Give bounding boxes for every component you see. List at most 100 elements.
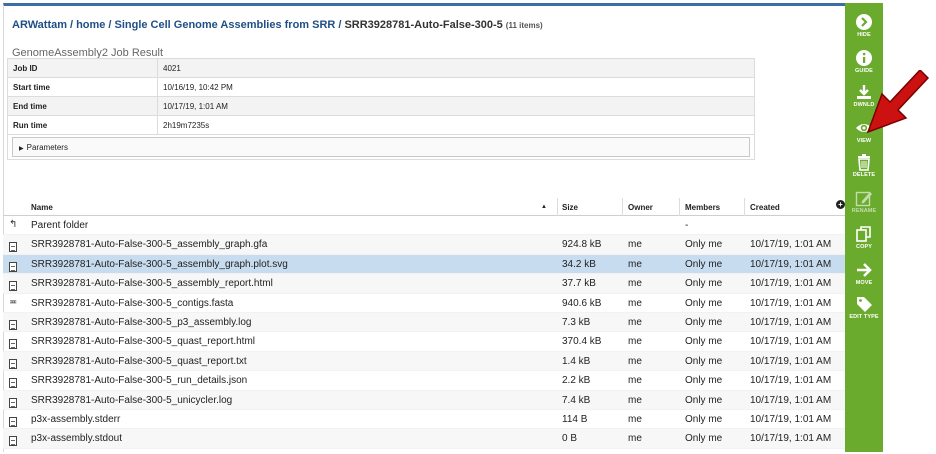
file-size: 924.8 kB [562, 239, 602, 251]
table-row[interactable]: SRR3928781-Auto-False-300-5_assembly_gra… [3, 254, 845, 275]
job-field-row: Job ID 4021 [7, 58, 755, 78]
file-owner: me [628, 336, 642, 348]
copy-label: COPY [856, 244, 872, 250]
file-size: 7.4 kB [562, 394, 591, 406]
file-size: 37.7 kB [562, 278, 596, 290]
copy-button[interactable]: COPY [845, 225, 883, 250]
file-name[interactable]: Parent folder [31, 220, 88, 231]
delete-button[interactable]: DELETE [845, 153, 883, 178]
file-owner: me [628, 316, 642, 328]
table-row[interactable]: SRR3928781-Auto-False-300-5_quast_report… [3, 332, 845, 352]
file-members: Only me [685, 297, 723, 309]
file-members: Only me [685, 278, 723, 290]
parent-folder-icon: ↰ [9, 219, 18, 230]
move-button[interactable]: MOVE [845, 261, 883, 286]
edit-icon [855, 191, 872, 207]
trash-icon [858, 154, 870, 171]
job-metadata-table: Job ID 4021 Start time 10/16/19, 10:42 PM En… [7, 58, 755, 135]
table-row[interactable]: SRR3928781-Auto-False-300-5_unicycler.lo… [3, 390, 845, 410]
file-owner: me [628, 413, 642, 425]
item-count: (11 items) [505, 21, 543, 30]
breadcrumb-root[interactable]: ARWattam [12, 19, 67, 31]
file-created: 10/17/19, 1:01 AM [750, 433, 832, 445]
parameters-toggle[interactable]: ▶ Parameters [12, 137, 750, 157]
column-header-members[interactable]: Members [685, 203, 720, 212]
hide-label: HIDE [857, 32, 871, 38]
file-members: Only me [685, 239, 723, 251]
contigs-icon: ≖ [9, 296, 18, 308]
file-size: 7.3 kB [562, 316, 591, 328]
job-field-value: 2h19m7235s [157, 115, 755, 135]
file-grid-header: Name ▲ Size Owner Members Created + [3, 198, 845, 216]
file-members: - [685, 220, 689, 231]
move-label: MOVE [855, 280, 873, 286]
file-created: 10/17/19, 1:01 AM [750, 336, 832, 348]
file-name[interactable]: SRR3928781-Auto-False-300-5_quast_report… [31, 356, 247, 367]
rename-button[interactable]: RENAME [845, 189, 883, 214]
file-name[interactable]: SRR3928781-Auto-False-300-5_assembly_gra… [31, 259, 288, 270]
file-name[interactable]: SRR3928781-Auto-False-300-5_run_details.… [31, 375, 247, 386]
table-row[interactable]: SRR3928781-Auto-False-300-5_assembly_rep… [3, 274, 845, 294]
column-divider [679, 198, 680, 216]
sort-asc-icon[interactable]: ▲ [541, 204, 547, 210]
column-header-owner[interactable]: Owner [628, 203, 653, 212]
file-members: Only me [685, 433, 723, 445]
job-field-label: End time [7, 96, 158, 116]
file-size: 0 B [562, 433, 578, 445]
file-owner: me [628, 355, 642, 367]
chevron-right-circle-icon [856, 14, 872, 30]
file-created: 10/17/19, 1:01 AM [750, 239, 832, 251]
column-header-size[interactable]: Size [562, 203, 578, 212]
file-members: Only me [685, 355, 723, 367]
edit-type-button[interactable]: EDIT TYPE [845, 295, 883, 320]
table-row[interactable]: ↰ Parent folder - [3, 216, 845, 236]
file-owner: me [628, 433, 642, 445]
file-members: Only me [685, 336, 723, 348]
table-row[interactable]: SRR3928781-Auto-False-300-5_p3_assembly.… [3, 312, 845, 333]
column-divider [557, 198, 558, 216]
file-name[interactable]: SRR3928781-Auto-False-300-5_p3_assembly.… [31, 317, 252, 328]
file-owner: me [628, 278, 642, 290]
parameters-label: Parameters [26, 143, 68, 152]
file-size: 114 B [562, 413, 588, 425]
table-row[interactable]: SRR3928781-Auto-False-300-5_run_details.… [3, 371, 845, 391]
file-members: Only me [685, 375, 723, 387]
column-header-name[interactable]: Name [31, 203, 53, 212]
breadcrumb-current: SRR3928781-Auto-False-300-5 [344, 19, 503, 31]
file-created: 10/17/19, 1:01 AM [750, 394, 832, 406]
parameters-section: ▶ Parameters [7, 134, 755, 160]
file-owner: me [628, 394, 642, 406]
job-field-row: Start time 10/16/19, 10:42 PM [7, 77, 755, 97]
table-row[interactable]: p3x-assembly.stderr 114 B me Only me 10/17/1… [3, 410, 845, 430]
file-name[interactable]: p3x-assembly.stderr [31, 414, 120, 425]
file-name[interactable]: SRR3928781-Auto-False-300-5_unicycler.lo… [31, 395, 232, 406]
caret-right-icon: ▶ [19, 146, 24, 152]
file-size: 370.4 kB [562, 336, 602, 348]
delete-label: DELETE [852, 172, 876, 178]
file-size: 34.2 kB [562, 258, 596, 270]
column-divider [622, 198, 623, 216]
breadcrumb: ARWattam / home / Single Cell Genome Assembl… [12, 19, 543, 31]
file-size: 2.2 kB [562, 375, 591, 387]
hide-button[interactable]: HIDE [845, 13, 883, 38]
breadcrumb-home[interactable]: home [76, 19, 105, 31]
file-members: Only me [685, 258, 723, 270]
breadcrumb-folder[interactable]: Single Cell Genome Assemblies from SRR [114, 19, 335, 31]
file-created: 10/17/19, 1:01 AM [750, 355, 832, 367]
column-header-created[interactable]: Created [750, 203, 780, 212]
edit-type-label: EDIT TYPE [849, 314, 879, 320]
file-created: 10/17/19, 1:01 AM [750, 278, 832, 290]
file-created: 10/17/19, 1:01 AM [750, 413, 832, 425]
table-row[interactable]: ≖ SRR3928781-Auto-False-300-5_contigs.fas… [3, 294, 845, 313]
add-column-icon[interactable]: + [836, 200, 845, 209]
file-name[interactable]: SRR3928781-Auto-False-300-5_quast_report… [31, 336, 255, 347]
file-name[interactable]: SRR3928781-Auto-False-300-5_assembly_rep… [31, 278, 273, 289]
file-created: 10/17/19, 1:01 AM [750, 297, 832, 309]
table-row[interactable]: SRR3928781-Auto-False-300-5_assembly_gra… [3, 235, 845, 255]
file-members: Only me [685, 413, 723, 425]
file-name[interactable]: SRR3928781-Auto-False-300-5_assembly_gra… [31, 239, 267, 250]
table-row[interactable]: p3x-assembly.stdout 0 B me Only me 10/17/19,… [3, 429, 845, 449]
table-row[interactable]: SRR3928781-Auto-False-300-5_quast_report… [3, 351, 845, 372]
file-name[interactable]: SRR3928781-Auto-False-300-5_contigs.fast… [31, 298, 233, 309]
file-name[interactable]: p3x-assembly.stdout [31, 433, 122, 444]
